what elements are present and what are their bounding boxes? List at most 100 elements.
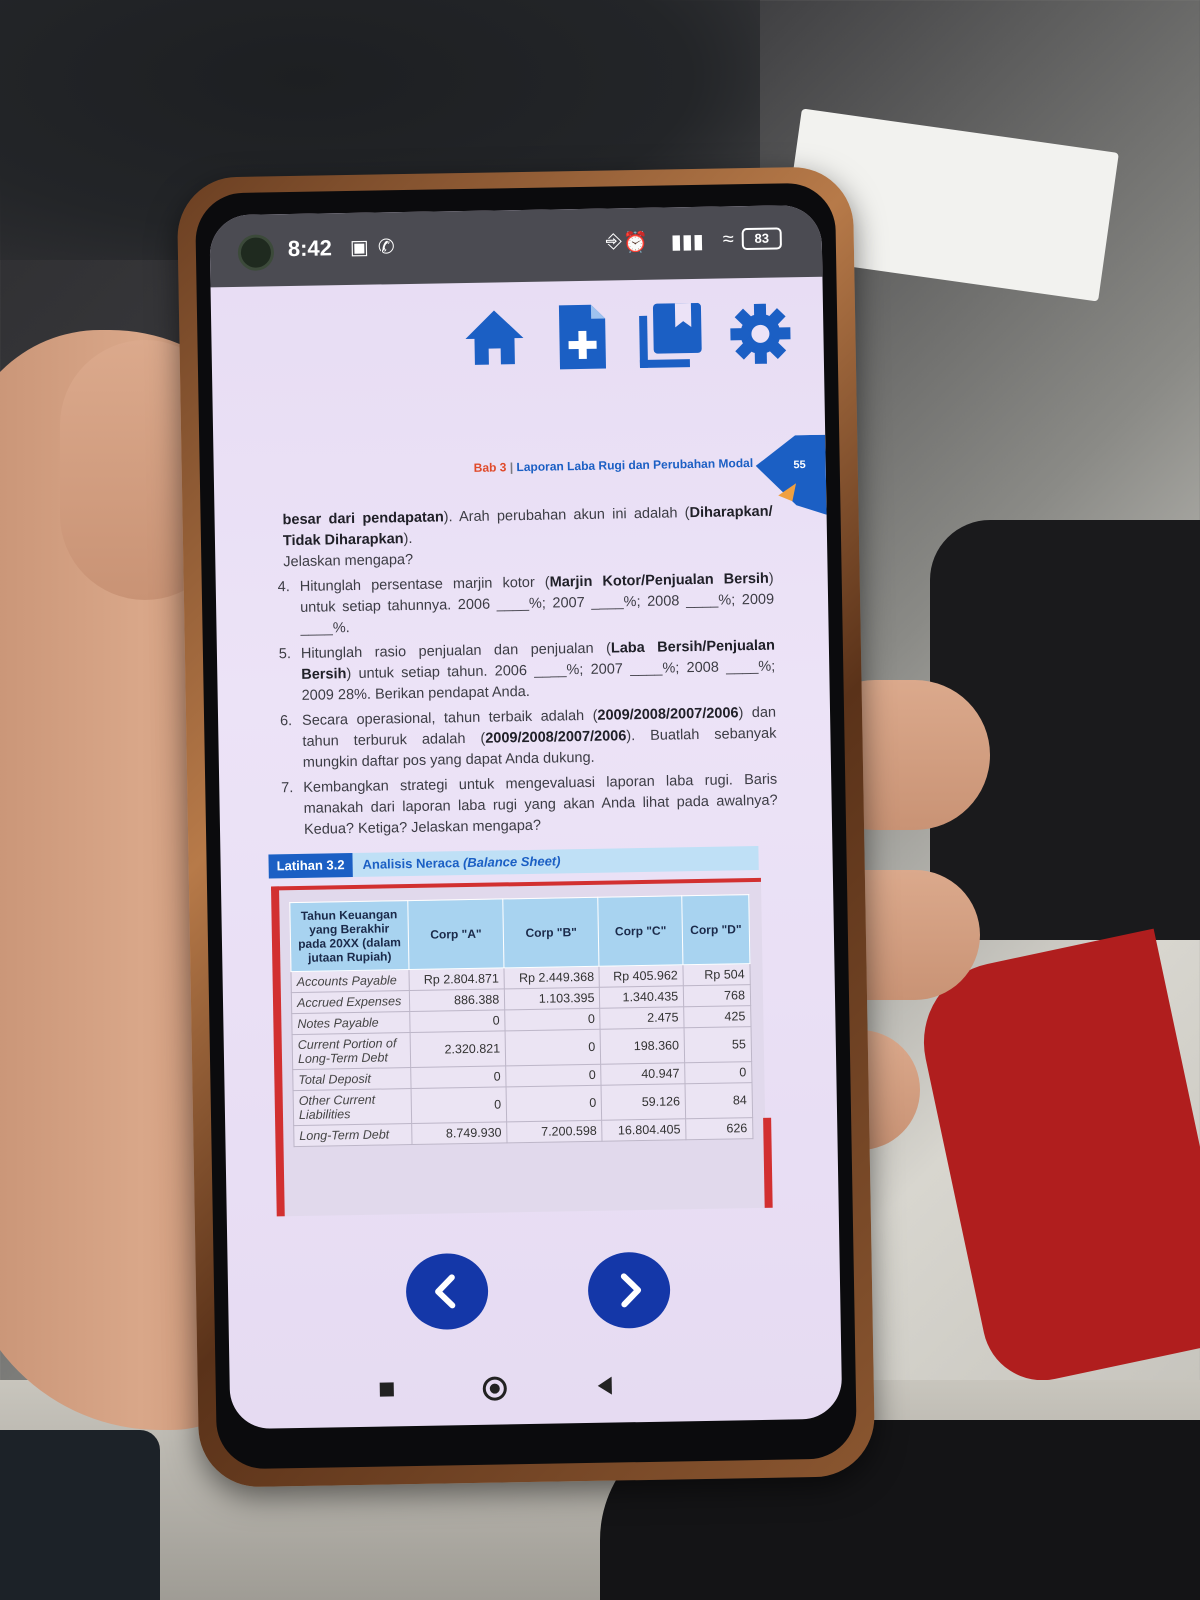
- cell-corp-b: 0: [504, 1008, 601, 1031]
- cell-corp-b: 0: [505, 1064, 602, 1087]
- cell-corp-b: Rp 2.449.368: [504, 966, 600, 989]
- header-year-column: Tahun Keuangan yang Berakhir pada 20XX (…: [289, 900, 409, 972]
- cell-corp-b: 0: [506, 1085, 603, 1122]
- header-corp-d: Corp "D": [681, 894, 750, 965]
- question-number: 7.: [281, 780, 294, 797]
- system-navigation-bar: [230, 1369, 842, 1410]
- chapter-header: Bab 3 | Laporan Laba Rugi dan Perubahan …: [474, 456, 754, 475]
- reader-toolbar: [459, 297, 800, 383]
- cell-corp-b: 0: [505, 1029, 602, 1066]
- cell-corp-c: 16.804.405: [602, 1118, 687, 1142]
- row-label: Accounts Payable: [290, 969, 410, 993]
- question-number: 4.: [277, 579, 290, 596]
- mute-icon: ⎆: [605, 230, 622, 253]
- cell-corp-a: 8.749.930: [411, 1121, 508, 1145]
- sleeve: [0, 1430, 160, 1600]
- cell-corp-d: 768: [683, 984, 751, 1007]
- cell-corp-d: Rp 504: [683, 963, 751, 986]
- cell-corp-b: 7.200.598: [506, 1120, 603, 1143]
- wifi-icon: ≈: [722, 228, 734, 251]
- row-label: Current Portion of Long-Term Debt: [292, 1032, 411, 1070]
- row-label: Accrued Expenses: [291, 990, 410, 1014]
- signal-icon: ▮▮▮: [670, 230, 705, 254]
- gear-icon[interactable]: [725, 297, 796, 370]
- chapter-number: Bab 3: [473, 460, 507, 475]
- status-time: 8:42: [287, 235, 333, 262]
- front-camera: [237, 234, 275, 271]
- gallery-notification-icon: ▣: [349, 236, 369, 259]
- home-icon[interactable]: [459, 302, 530, 375]
- question-4: 4. Hitunglah persentase marjin kotor (Ma…: [274, 569, 775, 641]
- recent-apps-button[interactable]: [379, 1382, 394, 1397]
- cell-corp-d: 55: [684, 1026, 752, 1063]
- question-5: 5. Hitunglah rasio penjualan dan penjual…: [275, 636, 776, 708]
- balance-sheet-table: Tahun Keuangan yang Berakhir pada 20XX (…: [289, 894, 753, 1147]
- cell-corp-a: 0: [409, 1009, 506, 1033]
- phone: 8:42 ▣ ✆ ⎆ ⏰ ▮▮▮ ≈ 83 Bab 3 | Laporan La…: [176, 166, 876, 1488]
- q5-text-a: Hitunglah rasio penjualan dan penjualan …: [300, 640, 612, 662]
- intro-bold: besar dari pendapatan: [282, 509, 444, 529]
- header-corp-b: Corp "B": [502, 897, 600, 968]
- question-text: Secara operasional, tahun terbaik adalah…: [302, 703, 777, 774]
- header-corp-a: Corp "A": [407, 898, 505, 970]
- whatsapp-notification-icon: ✆: [377, 236, 395, 259]
- question-text: Hitunglah rasio penjualan dan penjualan …: [301, 636, 776, 707]
- question-text: Kembangkan strategi untuk mengevaluasi l…: [303, 771, 778, 838]
- chevron-right-icon: [620, 1273, 642, 1308]
- chevron-left-icon: [435, 1274, 456, 1309]
- question-6: 6. Secara operasional, tahun terbaik ada…: [276, 703, 777, 775]
- cell-corp-a: 0: [410, 1065, 507, 1089]
- cell-corp-c: 2.475: [600, 1006, 685, 1030]
- exercise-title-text: Analisis Neraca: [362, 855, 464, 872]
- cell-corp-c: 40.947: [601, 1062, 686, 1086]
- q6-bold-2: 2009/2008/2007/2006: [485, 728, 627, 747]
- balance-sheet-panel: Tahun Keuangan yang Berakhir pada 20XX (…: [270, 877, 773, 1217]
- cell-corp-d: 626: [685, 1117, 753, 1140]
- phone-screen: 8:42 ▣ ✆ ⎆ ⏰ ▮▮▮ ≈ 83 Bab 3 | Laporan La…: [209, 204, 843, 1430]
- cell-corp-a: Rp 2.804.871: [408, 967, 505, 991]
- q4-bold: Marjin Kotor/Penjualan Bersih: [549, 570, 769, 591]
- cell-corp-d: 0: [684, 1061, 752, 1084]
- q4-text-a: Hitunglah persentase marjin kotor (: [299, 574, 550, 595]
- cell-corp-c: 1.340.435: [599, 985, 684, 1009]
- panel-accent: [763, 1117, 773, 1208]
- home-button[interactable]: [482, 1376, 508, 1401]
- row-label: Long-Term Debt: [293, 1123, 413, 1147]
- exercise-tag: Latihan 3.2: [268, 853, 353, 879]
- exercise-header: Latihan 3.2 Analisis Neraca (Balance She…: [268, 845, 759, 879]
- header-corp-c: Corp "C": [598, 895, 684, 967]
- question-7: 7. Kembangkan strategi untuk mengevaluas…: [277, 770, 778, 842]
- q6-text-a: Secara operasional, tahun terbaik adalah…: [301, 707, 598, 729]
- table-header-row: Tahun Keuangan yang Berakhir pada 20XX (…: [289, 894, 750, 972]
- background-red-bag: [909, 928, 1200, 1392]
- next-page-button[interactable]: [587, 1251, 671, 1329]
- cell-corp-a: 2.320.821: [410, 1030, 506, 1068]
- intro-end: ).: [403, 530, 413, 548]
- bookmarks-icon[interactable]: [635, 299, 706, 372]
- cell-corp-c: Rp 405.962: [599, 964, 684, 988]
- page-number: 55: [793, 459, 806, 472]
- battery-indicator: 83: [741, 227, 782, 251]
- phone-bezel: 8:42 ▣ ✆ ⎆ ⏰ ▮▮▮ ≈ 83 Bab 3 | Laporan La…: [194, 182, 858, 1470]
- question-text: Hitunglah persentase marjin kotor (Marji…: [300, 569, 775, 640]
- cell-corp-c: 59.126: [601, 1083, 686, 1121]
- status-bar: 8:42 ▣ ✆ ⎆ ⏰ ▮▮▮ ≈ 83: [209, 204, 823, 288]
- row-label: Total Deposit: [292, 1067, 412, 1091]
- question-number: 5.: [278, 646, 292, 663]
- previous-page-button[interactable]: [405, 1252, 489, 1331]
- alarm-icon: ⏰: [622, 231, 649, 255]
- cell-corp-d: 84: [685, 1082, 753, 1119]
- back-button[interactable]: [597, 1376, 612, 1395]
- chapter-title: Laporan Laba Rugi dan Perubahan Modal: [516, 455, 754, 475]
- cell-corp-d: 425: [683, 1005, 752, 1028]
- row-label: Notes Payable: [291, 1011, 411, 1035]
- question-number: 6.: [279, 713, 293, 730]
- q5-text-b: ) untuk setiap tahun. 2006 ____%; 2007 _…: [301, 658, 776, 704]
- add-document-icon[interactable]: [547, 300, 618, 373]
- page-content: besar dari pendapatan). Arah perubahan a…: [272, 502, 778, 846]
- chapter-separator: |: [509, 460, 514, 475]
- cell-corp-a: 0: [411, 1086, 507, 1124]
- cell-corp-b: 1.103.395: [504, 987, 601, 1010]
- intro-text: ). Arah perubahan akun ini adalah (: [443, 505, 690, 526]
- cell-corp-a: 886.388: [409, 988, 505, 1012]
